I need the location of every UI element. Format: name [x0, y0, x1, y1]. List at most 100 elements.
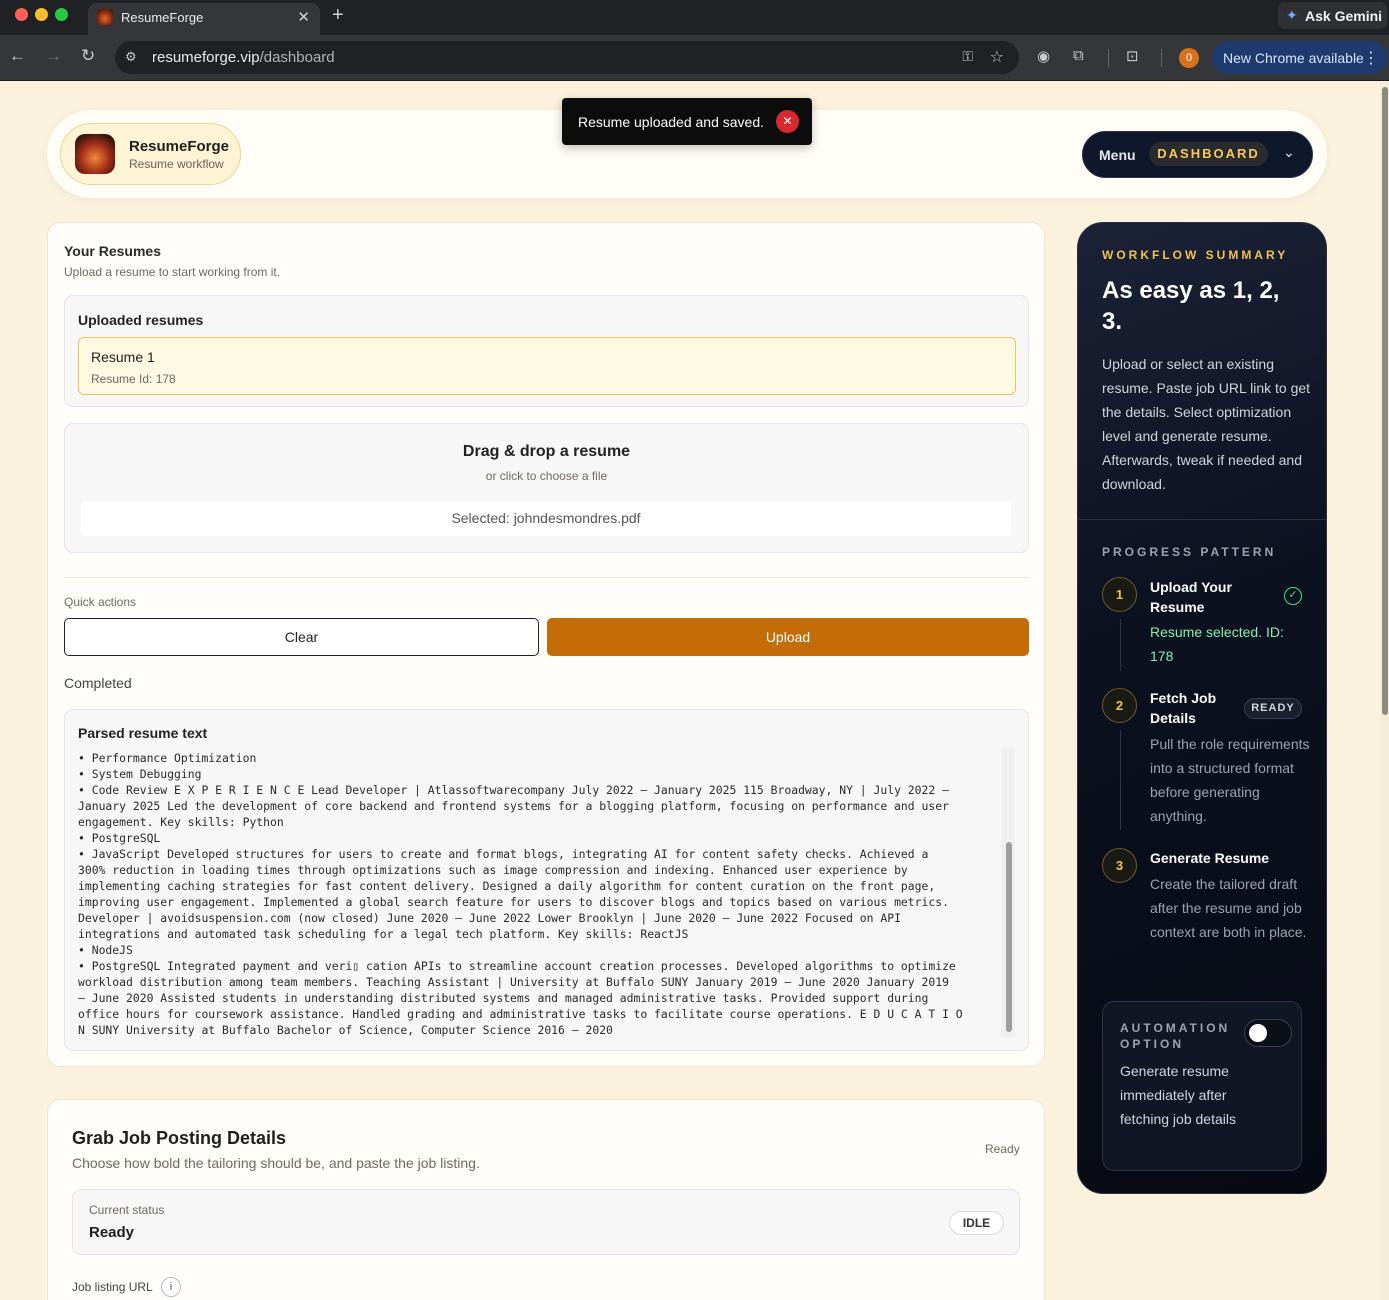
- resumes-card: Your Resumes Upload a resume to start wo…: [47, 222, 1045, 1067]
- resumes-subtitle: Upload a resume to start working from it…: [64, 265, 281, 279]
- selected-file: Selected: johndesmondres.pdf: [81, 501, 1011, 536]
- tab-title: ResumeForge: [121, 10, 204, 25]
- uploaded-resumes-title: Uploaded resumes: [78, 312, 204, 328]
- password-key-icon[interactable]: ⚿: [962, 48, 973, 65]
- step-3-desc: Create the tailored draft after the resu…: [1150, 876, 1307, 940]
- current-status-label: Current status: [89, 1203, 165, 1217]
- upload-status: Completed: [64, 675, 132, 691]
- new-tab-icon[interactable]: +: [332, 4, 344, 27]
- incognito-profile-icon[interactable]: ◉: [1037, 47, 1050, 65]
- bookmark-star-icon[interactable]: ☆: [990, 47, 1004, 67]
- brand-name: ResumeForge: [129, 138, 230, 155]
- toggle-knob: [1249, 1024, 1267, 1042]
- status-badge: IDLE: [949, 1211, 1004, 1235]
- workflow-heading: As easy as 1, 2, 3.: [1102, 277, 1280, 335]
- chrome-update-button[interactable]: New Chrome available ⋮: [1212, 41, 1387, 74]
- main-menu-button[interactable]: Menu DASHBOARD ⌄: [1082, 131, 1313, 178]
- toolbar-divider: [1108, 49, 1109, 67]
- parsed-resume-section: Parsed resume text • Performance Optimiz…: [64, 709, 1029, 1051]
- quick-actions-label: Quick actions: [64, 595, 137, 609]
- step-1-desc: Resume selected. ID: 178: [1150, 624, 1284, 664]
- more-menu-icon[interactable]: ⋮: [1363, 48, 1379, 68]
- brand-logo: [75, 134, 115, 174]
- section-divider: [64, 577, 1029, 578]
- step-2-desc: Pull the role requirements into a struct…: [1150, 736, 1310, 824]
- dropzone-subtitle: or click to choose a file: [485, 469, 608, 483]
- automation-toggle[interactable]: [1244, 1019, 1292, 1047]
- current-status-box: Current status Ready IDLE: [72, 1189, 1020, 1255]
- upload-button[interactable]: Upload: [547, 618, 1029, 656]
- ask-gemini-button[interactable]: ✦ Ask Gemini: [1278, 2, 1387, 29]
- back-arrow-icon[interactable]: ←: [9, 46, 26, 66]
- step-1-number: 1: [1102, 577, 1137, 612]
- panel-divider: [1078, 519, 1326, 520]
- job-url-label: Job listing URL: [72, 1280, 153, 1294]
- step-2-number: 2: [1102, 688, 1137, 723]
- favicon-icon: [97, 9, 113, 25]
- clear-button[interactable]: Clear: [64, 618, 539, 656]
- resume-list-item[interactable]: Resume 1 Resume Id: 178: [78, 337, 1016, 395]
- page-viewport: ResumeForge Resume workflow Menu DASHBOA…: [0, 82, 1389, 1300]
- job-posting-state: Ready: [985, 1142, 1020, 1156]
- page-scrollbar[interactable]: [1380, 82, 1389, 1300]
- minimize-window-button[interactable]: [35, 8, 48, 21]
- resume-name: Resume 1: [91, 349, 155, 365]
- step-connector: [1120, 619, 1121, 671]
- dropzone-title: Drag & drop a resume: [462, 443, 631, 460]
- extensions-puzzle-icon[interactable]: ⧉: [1073, 47, 1084, 64]
- brand-subtitle: Resume workflow: [129, 157, 224, 171]
- page-scrollbar-thumb[interactable]: [1382, 87, 1388, 715]
- workflow-summary-panel: WORKFLOW SUMMARY As easy as 1, 2, 3. Upl…: [1077, 222, 1327, 1194]
- update-label: New Chrome available: [1223, 50, 1364, 66]
- maximize-window-button[interactable]: [55, 8, 68, 21]
- browser-tab[interactable]: ResumeForge ✕: [88, 3, 320, 35]
- progress-eyebrow: PROGRESS PATTERN: [1102, 545, 1277, 559]
- job-posting-card: Grab Job Posting Details Choose how bold…: [47, 1099, 1045, 1300]
- step-1-title: Upload Your Resume: [1150, 579, 1232, 615]
- success-toast: Resume uploaded and saved. ✕: [562, 98, 812, 145]
- notification-badge[interactable]: 0: [1179, 48, 1199, 68]
- resumes-title: Your Resumes: [64, 243, 161, 259]
- site-settings-icon[interactable]: ⚙: [125, 49, 137, 65]
- parsed-text-scrollbar[interactable]: [1001, 748, 1015, 1038]
- workflow-eyebrow: WORKFLOW SUMMARY: [1102, 248, 1289, 262]
- scrollbar-thumb[interactable]: [1006, 842, 1012, 1032]
- current-status-value: Ready: [89, 1224, 135, 1241]
- step-connector: [1120, 730, 1121, 830]
- url-domain: resumeforge.vip: [152, 49, 260, 66]
- step-3-number: 3: [1102, 848, 1137, 883]
- brand-badge[interactable]: ResumeForge Resume workflow: [60, 123, 241, 185]
- parsed-resume-title: Parsed resume text: [78, 725, 208, 741]
- automation-option-box: AUTOMATION OPTION Generate resume immedi…: [1102, 1001, 1302, 1171]
- chevron-down-icon: ⌄: [1283, 144, 1295, 160]
- gemini-label: Ask Gemini: [1305, 8, 1383, 24]
- check-circle-icon: ✓: [1284, 587, 1302, 605]
- step-2-status-badge: READY: [1244, 698, 1302, 719]
- toolbar-divider: [1161, 49, 1162, 67]
- automation-title: AUTOMATION OPTION: [1120, 1021, 1231, 1051]
- reload-icon[interactable]: ↻: [81, 46, 95, 66]
- forward-arrow-icon[interactable]: →: [45, 46, 62, 66]
- info-icon[interactable]: i: [161, 1277, 181, 1297]
- url-text[interactable]: resumeforge.vip/dashboard: [152, 49, 335, 66]
- url-path: /dashboard: [259, 49, 335, 66]
- current-page-chip: DASHBOARD: [1149, 142, 1268, 166]
- toast-close-icon[interactable]: ✕: [776, 110, 799, 133]
- parsed-resume-text[interactable]: • Performance Optimization • System Debu…: [78, 750, 1003, 1038]
- automation-description: Generate resume immediately after fetchi…: [1120, 1063, 1236, 1127]
- job-posting-title: Grab Job Posting Details: [72, 1128, 287, 1148]
- toast-message: Resume uploaded and saved.: [578, 114, 765, 130]
- job-posting-subtitle: Choose how bold the tailoring should be,…: [72, 1155, 480, 1171]
- close-window-button[interactable]: [15, 8, 28, 21]
- resume-id: Resume Id: 178: [91, 372, 176, 386]
- uploaded-resumes-section: Uploaded resumes Resume 1 Resume Id: 178: [64, 295, 1029, 407]
- tab-search-icon[interactable]: ⊡: [1126, 47, 1139, 65]
- address-bar[interactable]: ⚙ resumeforge.vip/dashboard ⚿ ☆: [115, 41, 1019, 74]
- resume-dropzone[interactable]: Drag & drop a resume or click to choose …: [64, 423, 1029, 553]
- step-3-title: Generate Resume: [1150, 850, 1270, 866]
- gemini-sparkle-icon: ✦: [1286, 7, 1298, 23]
- menu-label: Menu: [1099, 147, 1136, 163]
- browser-toolbar: ← → ↻ ⚙ resumeforge.vip/dashboard ⚿ ☆ ◉ …: [0, 35, 1389, 81]
- browser-tab-bar: ResumeForge ✕ + ✦ Ask Gemini: [0, 0, 1389, 35]
- tab-close-icon[interactable]: ✕: [297, 8, 310, 26]
